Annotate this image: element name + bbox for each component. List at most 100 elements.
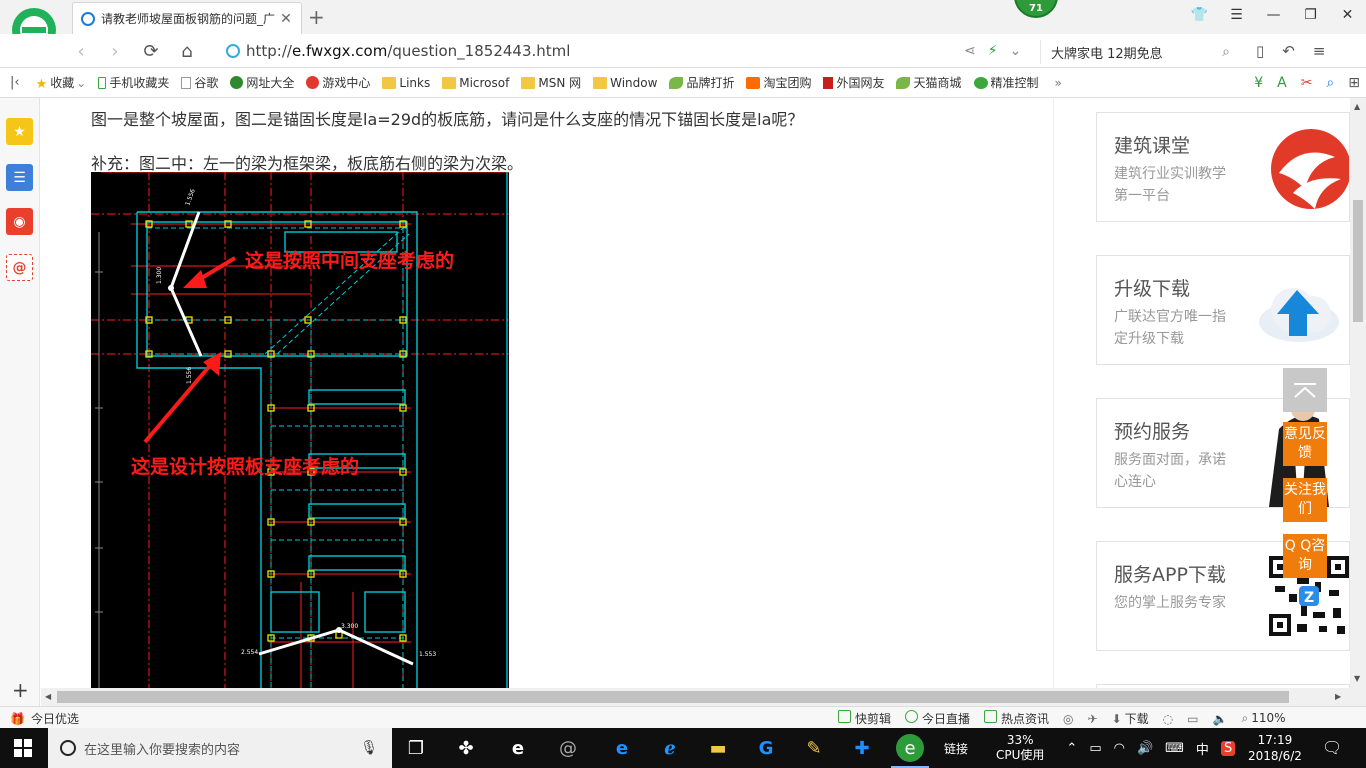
- wifi-icon[interactable]: ◠: [1114, 741, 1125, 756]
- forward-icon[interactable]: ›: [102, 39, 128, 63]
- taskbar-search-input[interactable]: 在这里输入你要搜索的内容 🎙: [48, 728, 392, 768]
- sogou-ime-icon[interactable]: S: [1220, 740, 1236, 756]
- back-to-top-button[interactable]: [1283, 368, 1327, 412]
- bookmark-item[interactable]: 天猫商城: [896, 74, 962, 91]
- card-building-class[interactable]: 建筑课堂 建筑行业实训教学第一平台: [1096, 112, 1350, 222]
- windows-start-icon[interactable]: [14, 739, 32, 757]
- vertical-scroll-thumb[interactable]: [1353, 200, 1363, 322]
- internet-explorer-icon[interactable]: ℯ: [656, 734, 684, 762]
- bookmark-item[interactable]: 手机收藏夹: [98, 74, 169, 91]
- follow-us-button[interactable]: 关注我们: [1283, 478, 1327, 522]
- scroll-up-arrow-icon[interactable]: ▲: [1354, 102, 1360, 111]
- notepad-app-icon[interactable]: ✎: [800, 734, 828, 762]
- new-tab-icon[interactable]: +: [308, 5, 325, 29]
- lightning-icon[interactable]: ⚡: [988, 43, 998, 59]
- download-button[interactable]: ⬇ 下载: [1112, 710, 1149, 727]
- bookmark-item[interactable]: 品牌打折: [669, 74, 734, 91]
- tab-close-icon[interactable]: ✕: [279, 11, 293, 27]
- scissors-icon[interactable]: ✂: [1301, 75, 1313, 91]
- card-upgrade-download[interactable]: 升级下载 广联达官方唯一指定升级下载: [1096, 255, 1350, 365]
- system-clock[interactable]: 17:19 2018/6/2: [1248, 732, 1302, 764]
- links-label[interactable]: 链接: [944, 740, 968, 757]
- window-icon[interactable]: ▭: [1187, 712, 1198, 726]
- ime-indicator[interactable]: 中: [1196, 739, 1209, 758]
- minimize-icon[interactable]: —: [1255, 0, 1292, 30]
- weibo-icon[interactable]: ◉: [6, 208, 33, 235]
- bookmark-item[interactable]: 谷歌: [181, 74, 218, 91]
- bookmark-item[interactable]: 精准控制: [973, 74, 1039, 91]
- sound-icon[interactable]: 🔈: [1213, 712, 1228, 726]
- browser-taskbar-icon[interactable]: e: [891, 734, 929, 768]
- news-list-icon[interactable]: ☰: [6, 164, 33, 191]
- address-bar[interactable]: http://e.fwxgx.com/question_1852443.html: [220, 38, 1040, 64]
- home-icon[interactable]: ⌂: [174, 39, 200, 63]
- qq-consult-button[interactable]: Q Q咨询: [1283, 534, 1327, 578]
- glodon-app-icon[interactable]: G: [752, 734, 780, 762]
- status-item-video-edit[interactable]: 快剪辑: [838, 710, 891, 727]
- back-icon[interactable]: ‹: [68, 39, 94, 63]
- chevron-down-icon[interactable]: ⌄: [1010, 43, 1022, 59]
- keyboard-icon[interactable]: ⌨: [1165, 741, 1184, 756]
- pin-icon[interactable]: ✈: [1088, 712, 1098, 726]
- action-center-icon[interactable]: 🗨: [1322, 738, 1342, 757]
- shirt-skin-icon[interactable]: 👕: [1181, 0, 1218, 30]
- file-explorer-icon[interactable]: ▬: [704, 734, 732, 762]
- bookmark-folder[interactable]: MSN 网: [521, 74, 581, 91]
- scroll-right-arrow-icon[interactable]: ▶: [1335, 692, 1341, 701]
- email-icon[interactable]: @: [6, 254, 33, 281]
- microphone-icon[interactable]: 🎙: [360, 740, 378, 756]
- refresh-icon[interactable]: ⟳: [138, 39, 164, 63]
- volume-icon[interactable]: 🔊: [1137, 741, 1153, 756]
- more-bookmarks-icon[interactable]: »: [1055, 76, 1062, 90]
- search-icon[interactable]: ⌕: [1222, 44, 1230, 60]
- speedometer-icon[interactable]: ◎: [1063, 712, 1073, 726]
- favorites-star-icon[interactable]: ★: [6, 118, 33, 145]
- undo-icon[interactable]: ↶: [1282, 42, 1295, 60]
- bookmark-folder[interactable]: Microsof: [442, 76, 509, 90]
- mobile-icon[interactable]: ▯: [1256, 42, 1264, 60]
- leaf-icon: [669, 76, 684, 89]
- bookmark-item[interactable]: 外国网友: [823, 74, 884, 91]
- horizontal-scroll-thumb[interactable]: [57, 691, 1289, 703]
- sidebar-toggle-icon[interactable]: |‹: [10, 75, 20, 90]
- fan-app-icon[interactable]: ✤: [452, 734, 480, 762]
- bookmark-folder[interactable]: Window: [593, 76, 657, 90]
- clean-icon[interactable]: ◌: [1163, 712, 1173, 726]
- share-icon[interactable]: ⋖: [964, 43, 976, 59]
- more-menu-icon[interactable]: ≡: [1313, 42, 1326, 60]
- bookmark-item[interactable]: ★ 收藏 ⌄: [36, 74, 87, 92]
- crosshair-app-icon[interactable]: ✚: [848, 734, 876, 762]
- task-view-icon[interactable]: ❐: [402, 734, 430, 762]
- status-item-news[interactable]: 热点资讯: [984, 710, 1049, 727]
- edge-blue-icon[interactable]: e: [608, 734, 636, 762]
- statusbar-left[interactable]: 🎁 今日优选: [10, 710, 79, 727]
- vertical-scrollbar[interactable]: ▲ ▼: [1350, 98, 1366, 688]
- search-box[interactable]: 大牌家电 12期免息 ⌕: [1040, 40, 1236, 64]
- feedback-button[interactable]: 意见反馈: [1283, 422, 1327, 466]
- apps-grid-icon[interactable]: ⊞: [1348, 75, 1360, 91]
- menu-icon[interactable]: ☰: [1218, 0, 1255, 30]
- status-item-live[interactable]: 今日直播: [905, 710, 970, 727]
- bookmark-item[interactable]: 网址大全: [230, 74, 294, 91]
- cad-drawing-image[interactable]: 1.556 1.300 1.556 2.554 3.300 1.553 这是按照…: [91, 172, 509, 688]
- horizontal-scrollbar[interactable]: ◀ ▶: [41, 688, 1350, 706]
- cpu-usage[interactable]: 33% CPU使用: [996, 733, 1044, 763]
- bookmark-folder[interactable]: Links: [382, 76, 430, 90]
- yen-shield-icon[interactable]: ¥: [1254, 75, 1263, 91]
- notification-badge[interactable]: 71: [1014, 0, 1058, 18]
- tray-expand-icon[interactable]: ⌃: [1066, 741, 1077, 756]
- close-window-icon[interactable]: ✕: [1329, 0, 1366, 30]
- browser-tab-active[interactable]: 请教老师坡屋面板钢筋的问题_广 ✕: [72, 2, 302, 34]
- scroll-down-arrow-icon[interactable]: ▼: [1354, 674, 1360, 683]
- bookmark-item[interactable]: 游戏中心: [306, 74, 370, 91]
- battery-icon[interactable]: ▭: [1089, 741, 1101, 756]
- spiral-app-icon[interactable]: @: [554, 734, 582, 762]
- scroll-left-arrow-icon[interactable]: ◀: [45, 692, 51, 701]
- edge-browser-icon[interactable]: e: [504, 734, 532, 762]
- bookmark-item[interactable]: 淘宝团购: [746, 74, 811, 91]
- magnifier-icon[interactable]: ⌕: [1326, 75, 1334, 91]
- zoom-control[interactable]: ⌕ 110%: [1241, 711, 1285, 726]
- restore-icon[interactable]: ❐: [1292, 0, 1329, 30]
- translate-icon[interactable]: A: [1277, 75, 1287, 91]
- add-sidebar-icon[interactable]: +: [12, 678, 29, 702]
